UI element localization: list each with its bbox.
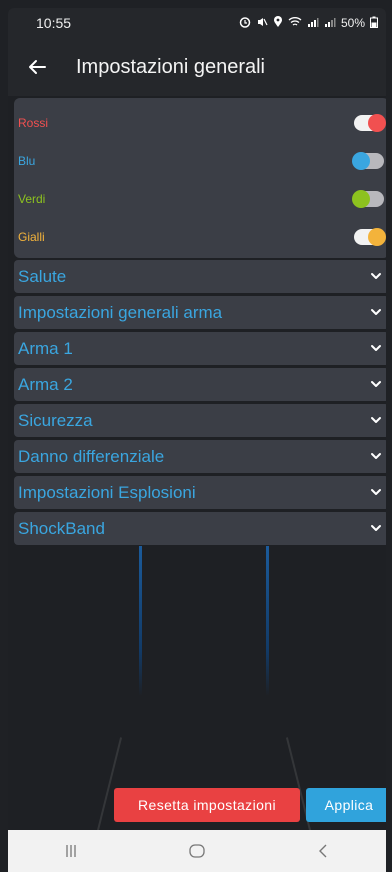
back-nav-icon[interactable]: [293, 836, 353, 866]
recent-apps-icon[interactable]: [41, 836, 101, 866]
wifi-icon: [288, 16, 302, 31]
toggle-knob: [368, 114, 386, 132]
arrow-left-icon[interactable]: [24, 54, 50, 80]
alarm-icon: [239, 16, 251, 31]
section-impostazioni-esplosioni[interactable]: Impostazioni Esplosioni: [14, 476, 386, 509]
section-label: Impostazioni Esplosioni: [18, 482, 196, 502]
apply-button[interactable]: Applica: [306, 788, 386, 822]
location-icon: [273, 15, 283, 31]
team-toggle-rossi[interactable]: [354, 114, 386, 132]
mute-icon: [256, 16, 268, 31]
team-label: Blu: [18, 154, 36, 168]
team-row-blu: Blu: [14, 142, 386, 180]
chevron-down-icon: [371, 453, 381, 459]
section-label: ShockBand: [18, 518, 105, 538]
chevron-down-icon: [371, 417, 381, 423]
team-row-rossi: Rossi: [14, 104, 386, 142]
section-label: Sicurezza: [18, 410, 93, 430]
team-toggle-blu[interactable]: [352, 152, 384, 170]
section-impostazioni-generali-arma[interactable]: Impostazioni generali arma: [14, 296, 386, 329]
chevron-down-icon: [371, 381, 381, 387]
section-salute[interactable]: Salute: [14, 260, 386, 293]
signal-icon: [324, 16, 336, 31]
status-icons: 50%: [239, 15, 378, 31]
section-label: Danno differenziale: [18, 446, 165, 466]
page-title: Impostazioni generali: [76, 55, 265, 78]
team-toggles-card: Rossi Blu Verdi Gialli: [14, 98, 386, 258]
chevron-down-icon: [371, 489, 381, 495]
section-sicurezza[interactable]: Sicurezza: [14, 404, 386, 437]
app-bar: Impostazioni generali: [8, 38, 386, 96]
home-icon[interactable]: [167, 836, 227, 866]
team-label: Gialli: [18, 230, 45, 244]
section-arma-1[interactable]: Arma 1: [14, 332, 386, 365]
background-decoration: [266, 546, 269, 696]
status-time: 10:55: [36, 15, 72, 31]
section-arma-2[interactable]: Arma 2: [14, 368, 386, 401]
team-row-gialli: Gialli: [14, 218, 386, 256]
team-label: Verdi: [18, 192, 46, 206]
section-label: Arma 2: [18, 374, 73, 394]
section-danno-differenziale[interactable]: Danno differenziale: [14, 440, 386, 473]
chevron-down-icon: [371, 309, 381, 315]
team-row-verdi: Verdi: [14, 180, 386, 218]
section-label: Salute: [18, 266, 67, 286]
reset-settings-button[interactable]: Resetta impostazioni: [114, 788, 300, 822]
chevron-down-icon: [371, 273, 381, 279]
section-label: Impostazioni generali arma: [18, 302, 223, 322]
settings-content: Rossi Blu Verdi Gialli Salute Impostazio…: [8, 96, 386, 830]
battery-icon: [370, 16, 378, 31]
section-shockband[interactable]: ShockBand: [14, 512, 386, 545]
toggle-knob: [352, 190, 370, 208]
toggle-knob: [352, 152, 370, 170]
battery-percent: 50%: [340, 16, 365, 30]
status-bar: 10:55 50%: [8, 8, 386, 38]
section-label: Arma 1: [18, 338, 73, 358]
chevron-down-icon: [371, 525, 381, 531]
signal-icon: [307, 16, 319, 31]
team-label: Rossi: [18, 116, 49, 130]
toggle-knob: [368, 228, 386, 246]
team-toggle-gialli[interactable]: [354, 228, 386, 246]
team-toggle-verdi[interactable]: [352, 190, 384, 208]
system-nav-bar: [8, 830, 386, 872]
chevron-down-icon: [371, 345, 381, 351]
background-decoration: [139, 546, 142, 696]
